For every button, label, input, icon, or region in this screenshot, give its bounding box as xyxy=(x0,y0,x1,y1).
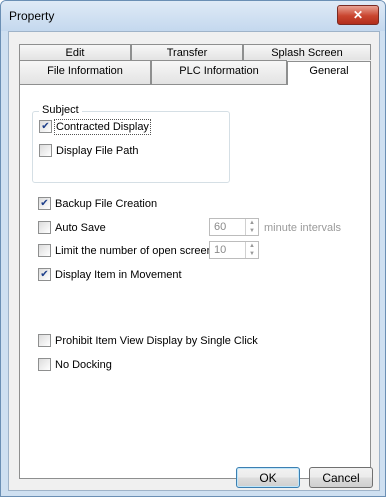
spin-up-icon[interactable]: ▲ xyxy=(246,219,258,227)
tab-label: Transfer xyxy=(166,47,208,59)
spinner-value: 10 xyxy=(214,244,227,256)
title-bar[interactable]: Property ✕ xyxy=(1,1,385,31)
limit-open-screens-spinner[interactable]: 10 ▲ ▼ xyxy=(209,241,259,259)
checkbox-box xyxy=(38,221,51,234)
display-file-path-checkbox[interactable]: Display File Path xyxy=(39,144,139,157)
prohibit-item-view-checkbox[interactable]: Prohibit Item View Display by Single Cli… xyxy=(38,334,258,347)
close-button[interactable]: ✕ xyxy=(337,5,379,25)
tab-label: File Information xyxy=(47,65,123,77)
spin-down-icon[interactable]: ▼ xyxy=(246,227,258,235)
checkbox-label: Contracted Display xyxy=(54,118,151,135)
checkbox-label: Prohibit Item View Display by Single Cli… xyxy=(55,334,258,347)
checkbox-label: Auto Save xyxy=(55,221,106,234)
spinner-value: 60 xyxy=(214,221,227,233)
ok-button[interactable]: OK xyxy=(236,467,300,488)
property-dialog: Property ✕ Edit Transfer Splash Screen F… xyxy=(0,0,386,497)
no-docking-checkbox[interactable]: No Docking xyxy=(38,358,112,371)
dialog-body: Edit Transfer Splash Screen File Informa… xyxy=(8,31,380,491)
general-panel: Subject ✔ Contracted Display Display Fil… xyxy=(19,84,371,479)
backup-file-creation-checkbox[interactable]: ✔ Backup File Creation xyxy=(38,197,157,210)
checkbox-label: No Docking xyxy=(55,358,112,371)
check-icon: ✔ xyxy=(38,197,51,210)
tab-label: Edit xyxy=(65,47,85,59)
limit-open-screens-checkbox[interactable]: Limit the number of open screens xyxy=(38,244,218,257)
tab-transfer[interactable]: Transfer xyxy=(131,44,243,60)
spin-up-icon[interactable]: ▲ xyxy=(246,242,258,250)
tab-label: General xyxy=(309,65,349,77)
tab-plc-information[interactable]: PLC Information xyxy=(151,60,287,84)
tab-edit[interactable]: Edit xyxy=(19,44,131,60)
tab-general[interactable]: General xyxy=(287,61,371,85)
auto-save-unit: minute intervals xyxy=(264,222,342,234)
checkbox-box xyxy=(38,244,51,257)
close-icon: ✕ xyxy=(352,8,364,22)
check-icon: ✔ xyxy=(39,120,52,133)
checkbox-box xyxy=(39,144,52,157)
tab-file-information[interactable]: File Information xyxy=(19,60,151,84)
check-icon: ✔ xyxy=(38,268,51,281)
window-title: Property xyxy=(9,9,55,23)
auto-save-interval-spinner[interactable]: 60 ▲ ▼ xyxy=(209,218,259,236)
spinner-buttons: ▲ ▼ xyxy=(245,242,258,258)
checkbox-box xyxy=(38,334,51,347)
tab-label: Splash Screen xyxy=(271,47,343,59)
checkbox-label: Backup File Creation xyxy=(55,197,158,210)
tab-splash-screen[interactable]: Splash Screen xyxy=(243,44,371,60)
cancel-button[interactable]: Cancel xyxy=(309,467,373,488)
auto-save-checkbox[interactable]: Auto Save xyxy=(38,221,106,234)
subject-group-title: Subject xyxy=(39,104,82,116)
tab-label: PLC Information xyxy=(179,65,259,77)
display-item-in-movement-checkbox[interactable]: ✔ Display Item in Movement xyxy=(38,268,182,281)
subject-group: Subject ✔ Contracted Display Display Fil… xyxy=(32,104,230,183)
spinner-buttons: ▲ ▼ xyxy=(245,219,258,235)
checkbox-label: Limit the number of open screens xyxy=(55,244,219,257)
checkbox-box xyxy=(38,358,51,371)
spin-down-icon[interactable]: ▼ xyxy=(246,250,258,258)
checkbox-label: Display Item in Movement xyxy=(55,268,182,281)
checkbox-label: Display File Path xyxy=(56,144,139,157)
contracted-display-checkbox[interactable]: ✔ Contracted Display xyxy=(39,118,151,135)
